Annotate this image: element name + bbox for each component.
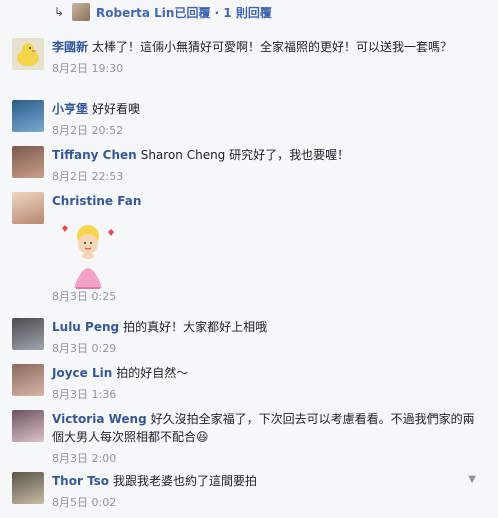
chevron-down-icon[interactable]: ▼ — [468, 474, 476, 485]
comment-text: 太棒了！這倆小無猜好可愛啊！全家福照的更好！可以送我一套嗎？ — [92, 40, 453, 54]
reply-summary-text[interactable]: Roberta Lin已回覆 · 1 則回覆 — [96, 4, 272, 21]
comment-time[interactable]: 8月2日 19:30 — [52, 60, 482, 76]
comment-author[interactable]: Thor Tso — [52, 474, 109, 488]
comment-text: 拍的真好！大家都好上相哦 — [123, 320, 268, 334]
avatar[interactable] — [12, 146, 44, 178]
comment-time[interactable]: 8月3日 0:29 — [52, 340, 482, 356]
comment-time[interactable]: 8月3日 2:00 — [52, 450, 482, 466]
comment: Tiffany Chen Sharon Cheng 研究好了，我也要喔！ 8月2日… — [12, 146, 482, 184]
comment-time[interactable]: 8月5日 0:02 — [52, 494, 482, 510]
avatar[interactable] — [12, 472, 44, 504]
comment-text: Sharon Cheng 研究好了，我也要喔！ — [140, 148, 350, 162]
comment: Lulu Peng 拍的真好！大家都好上相哦 8月3日 0:29 — [12, 318, 482, 356]
avatar[interactable] — [12, 38, 44, 70]
comment: Christine Fan 8月3日 0:25 — [12, 192, 482, 304]
comment-author[interactable]: Lulu Peng — [52, 320, 119, 334]
comment: 小亨堡 好好看噢 8月2日 20:52 — [12, 100, 482, 138]
reply-arrow-icon: ↳ — [53, 5, 65, 19]
comment-text: 我跟我老婆也約了這間要拍 — [113, 474, 258, 488]
comment: Victoria Weng 好久沒拍全家福了，下次回去可以考慮看看。不過我們家的兩… — [12, 410, 482, 466]
comment-time[interactable]: 8月2日 22:53 — [52, 168, 482, 184]
avatar[interactable] — [12, 192, 44, 224]
avatar[interactable] — [12, 318, 44, 350]
comment-text: 拍的好自然～ — [116, 366, 189, 380]
comment: 李國新 太棒了！這倆小無猜好可愛啊！全家福照的更好！可以送我一套嗎？ 8月2日 1… — [12, 38, 482, 76]
avatar[interactable] — [12, 364, 44, 396]
comment-author[interactable]: Victoria Weng — [52, 412, 147, 426]
reply-summary[interactable]: ↳ Roberta Lin已回覆 · 1 則回覆 — [52, 0, 272, 24]
comment-author[interactable]: Tiffany Chen — [52, 148, 137, 162]
comment-author[interactable]: Joyce Lin — [52, 366, 112, 380]
comment-time[interactable]: 8月3日 1:36 — [52, 386, 482, 402]
comment-author[interactable]: Christine Fan — [52, 194, 141, 208]
comment: Thor Tso 我跟我老婆也約了這間要拍 8月5日 0:02 ▼ — [12, 472, 482, 510]
comment: Joyce Lin 拍的好自然～ 8月3日 1:36 — [12, 364, 482, 402]
comment-time[interactable]: 8月2日 20:52 — [52, 122, 482, 138]
sticker-image[interactable] — [52, 216, 124, 289]
avatar[interactable] — [12, 410, 44, 442]
avatar[interactable] — [72, 3, 90, 21]
comment-text: 好好看噢 — [92, 102, 141, 116]
comment-author[interactable]: 李國新 — [52, 40, 88, 54]
comment-author[interactable]: 小亨堡 — [52, 102, 88, 116]
avatar[interactable] — [12, 100, 44, 132]
